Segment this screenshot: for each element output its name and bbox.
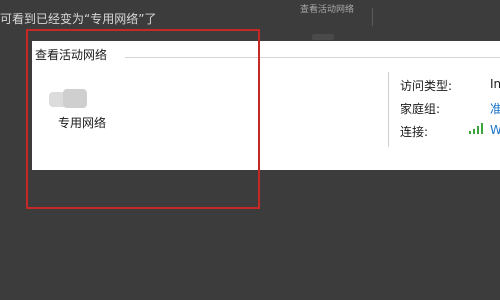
homegroup-link[interactable]: 准 bbox=[490, 100, 500, 117]
access-type-label: 访问类型: bbox=[400, 79, 453, 93]
background-divider bbox=[372, 8, 373, 26]
highlight-box bbox=[26, 29, 260, 209]
homegroup-label: 家庭组: bbox=[400, 102, 441, 116]
background-window-title: 查看活动网络 bbox=[300, 5, 355, 15]
background-element bbox=[312, 34, 334, 40]
caption-text: 可看到已经变为“专用网络”了 bbox=[0, 12, 157, 26]
access-type-value: In bbox=[490, 77, 500, 91]
wifi-signal-icon bbox=[469, 123, 485, 134]
connection-label: 连接: bbox=[400, 125, 429, 139]
connection-link[interactable]: W bbox=[490, 123, 500, 137]
vertical-divider bbox=[388, 72, 389, 147]
